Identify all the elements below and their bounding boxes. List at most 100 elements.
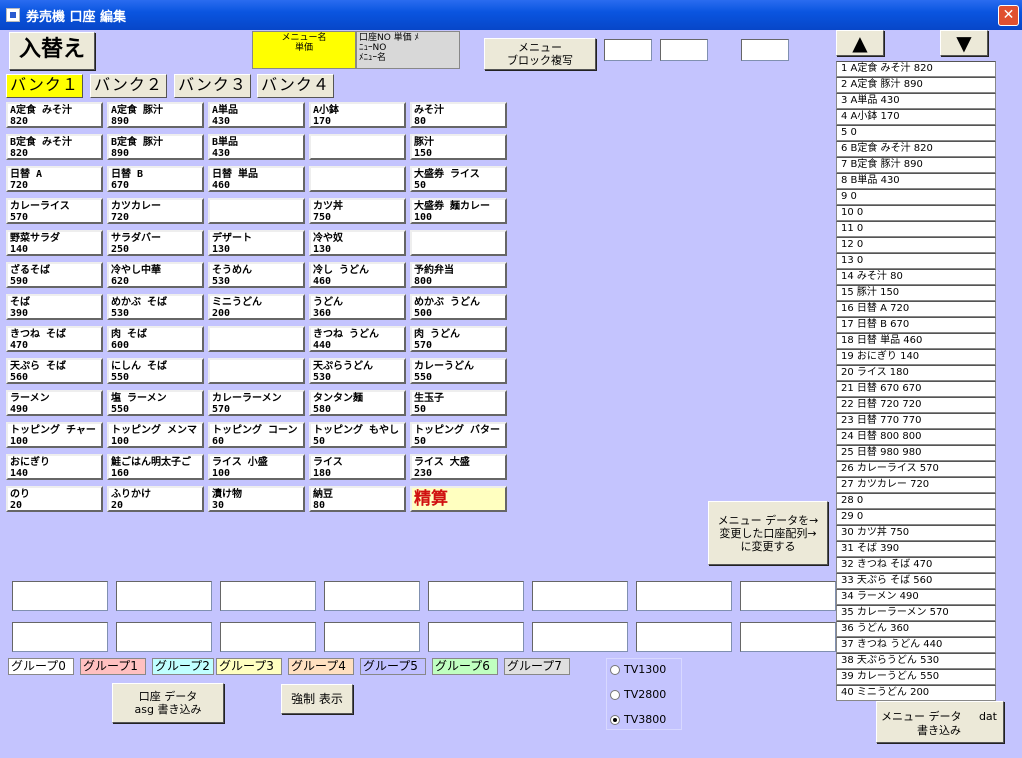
menu-cell[interactable]: ミニうどん 200 <box>208 294 305 320</box>
list-item[interactable]: 33 天ぷら そば 560 <box>836 573 996 589</box>
write-asg-button[interactable]: 口座 データ asg 書き込み <box>112 683 224 723</box>
menu-cell[interactable]: 冷やし中華 620 <box>107 262 204 288</box>
list-item[interactable]: 28 0 <box>836 493 996 509</box>
menu-cell[interactable]: そば 390 <box>6 294 103 320</box>
menu-cell[interactable]: 予約弁当 800 <box>410 262 507 288</box>
menu-cell[interactable]: 鮭ごはん明太子ご 160 <box>107 454 204 480</box>
menu-cell[interactable]: そうめん 530 <box>208 262 305 288</box>
list-item[interactable]: 25 日替 980 980 <box>836 445 996 461</box>
menu-cell[interactable]: カツカレー 720 <box>107 198 204 224</box>
menu-cell[interactable] <box>208 358 305 384</box>
bank-tab-1[interactable]: バンク１ <box>6 74 83 98</box>
group-label[interactable]: グループ0 <box>8 658 74 675</box>
menu-cell[interactable]: 塩 ラーメン 550 <box>107 390 204 416</box>
close-button[interactable]: ✕ <box>998 5 1019 26</box>
input-box-1[interactable] <box>604 39 652 61</box>
group-label[interactable]: グループ6 <box>432 658 498 675</box>
list-item[interactable]: 12 0 <box>836 237 996 253</box>
menu-cell[interactable]: おにぎり 140 <box>6 454 103 480</box>
list-item[interactable]: 32 きつね そば 470 <box>836 557 996 573</box>
menu-cell[interactable]: A小鉢 170 <box>309 102 406 128</box>
menu-cell[interactable]: うどん 360 <box>309 294 406 320</box>
slot-box[interactable] <box>532 622 628 652</box>
group-label[interactable]: グループ2 <box>152 658 214 675</box>
list-item[interactable]: 18 日替 単品 460 <box>836 333 996 349</box>
list-item[interactable]: 27 カツカレー 720 <box>836 477 996 493</box>
list-item[interactable]: 26 カレーライス 570 <box>836 461 996 477</box>
menu-cell[interactable]: ライス 大盛 230 <box>410 454 507 480</box>
slot-box[interactable] <box>116 581 212 611</box>
menu-cell[interactable]: B単品 430 <box>208 134 305 160</box>
menu-cell[interactable]: 漬け物 30 <box>208 486 305 512</box>
menu-cell[interactable]: トッピング チャー 100 <box>6 422 103 448</box>
menu-cell[interactable]: 生玉子 50 <box>410 390 507 416</box>
menu-cell[interactable]: 天ぷらうどん 530 <box>309 358 406 384</box>
list-item[interactable]: 35 カレーラーメン 570 <box>836 605 996 621</box>
slot-box[interactable] <box>12 581 108 611</box>
group-label[interactable]: グループ1 <box>80 658 146 675</box>
slot-box[interactable] <box>324 581 420 611</box>
menu-cell[interactable]: 肉 うどん 570 <box>410 326 507 352</box>
force-show-button[interactable]: 強制 表示 <box>281 684 353 714</box>
menu-cell[interactable]: 豚汁 150 <box>410 134 507 160</box>
block-copy-button[interactable]: メニュー ブロック複写 <box>484 38 596 70</box>
menu-cell[interactable]: 冷し うどん 460 <box>309 262 406 288</box>
menu-cell[interactable]: デザート 130 <box>208 230 305 256</box>
list-item[interactable]: 30 カツ丼 750 <box>836 525 996 541</box>
menu-cell[interactable]: カレーラーメン 570 <box>208 390 305 416</box>
slot-box[interactable] <box>636 581 732 611</box>
list-item[interactable]: 24 日替 800 800 <box>836 429 996 445</box>
scroll-down-button[interactable]: ▼ <box>940 30 988 56</box>
slot-box[interactable] <box>532 581 628 611</box>
menu-cell[interactable]: タンタン麺 580 <box>309 390 406 416</box>
list-item[interactable]: 4 A小鉢 170 <box>836 109 996 125</box>
list-item[interactable]: 40 ミニうどん 200 <box>836 685 996 701</box>
group-label[interactable]: グループ4 <box>288 658 354 675</box>
menu-cell[interactable]: トッピング バター 50 <box>410 422 507 448</box>
menu-cell[interactable]: B定食 豚汁 890 <box>107 134 204 160</box>
menu-cell[interactable]: ラーメン 490 <box>6 390 103 416</box>
menu-cell[interactable]: カツ丼 750 <box>309 198 406 224</box>
list-item[interactable]: 5 0 <box>836 125 996 141</box>
list-item[interactable]: 20 ライス 180 <box>836 365 996 381</box>
menu-cell[interactable]: トッピング メンマ 100 <box>107 422 204 448</box>
group-label[interactable]: グループ5 <box>360 658 426 675</box>
menu-cell[interactable]: A定食 豚汁 890 <box>107 102 204 128</box>
bank-tab-2[interactable]: バンク２ <box>90 74 167 98</box>
menu-cell[interactable]: 日替 B 670 <box>107 166 204 192</box>
group-label[interactable]: グループ3 <box>216 658 282 675</box>
menu-cell[interactable]: 野菜サラダ 140 <box>6 230 103 256</box>
menu-cell[interactable] <box>208 198 305 224</box>
menu-cell[interactable]: めかぶ うどん 500 <box>410 294 507 320</box>
menu-cell[interactable]: きつね そば 470 <box>6 326 103 352</box>
list-item[interactable]: 37 きつね うどん 440 <box>836 637 996 653</box>
slot-box[interactable] <box>740 581 836 611</box>
menu-cell[interactable]: きつね うどん 440 <box>309 326 406 352</box>
menu-cell[interactable]: トッピング コーン 60 <box>208 422 305 448</box>
list-item[interactable]: 29 0 <box>836 509 996 525</box>
slot-box[interactable] <box>220 622 316 652</box>
list-item[interactable]: 21 日替 670 670 <box>836 381 996 397</box>
menu-cell[interactable]: サラダバー 250 <box>107 230 204 256</box>
menu-cell[interactable]: ライス 180 <box>309 454 406 480</box>
slot-box[interactable] <box>636 622 732 652</box>
list-item[interactable]: 11 0 <box>836 221 996 237</box>
slot-box[interactable] <box>220 581 316 611</box>
menu-cell[interactable]: B定食 みそ汁 820 <box>6 134 103 160</box>
list-item[interactable]: 39 カレーうどん 550 <box>836 669 996 685</box>
menu-cell[interactable]: みそ汁 80 <box>410 102 507 128</box>
list-item[interactable]: 17 日替 B 670 <box>836 317 996 333</box>
tv-radio-option[interactable]: TV1300 <box>610 663 666 676</box>
bank-tab-4[interactable]: バンク４ <box>257 74 334 98</box>
menu-cell[interactable]: ざるそば 590 <box>6 262 103 288</box>
slot-box[interactable] <box>116 622 212 652</box>
bank-tab-3[interactable]: バンク３ <box>174 74 251 98</box>
menu-cell[interactable] <box>208 326 305 352</box>
input-box-2[interactable] <box>660 39 708 61</box>
tv-radio-option[interactable]: TV2800 <box>610 688 666 701</box>
menu-cell[interactable]: めかぶ そば 530 <box>107 294 204 320</box>
menu-cell[interactable] <box>309 134 406 160</box>
group-label[interactable]: グループ7 <box>504 658 570 675</box>
menu-cell[interactable]: カレーうどん 550 <box>410 358 507 384</box>
list-item[interactable]: 8 B単品 430 <box>836 173 996 189</box>
